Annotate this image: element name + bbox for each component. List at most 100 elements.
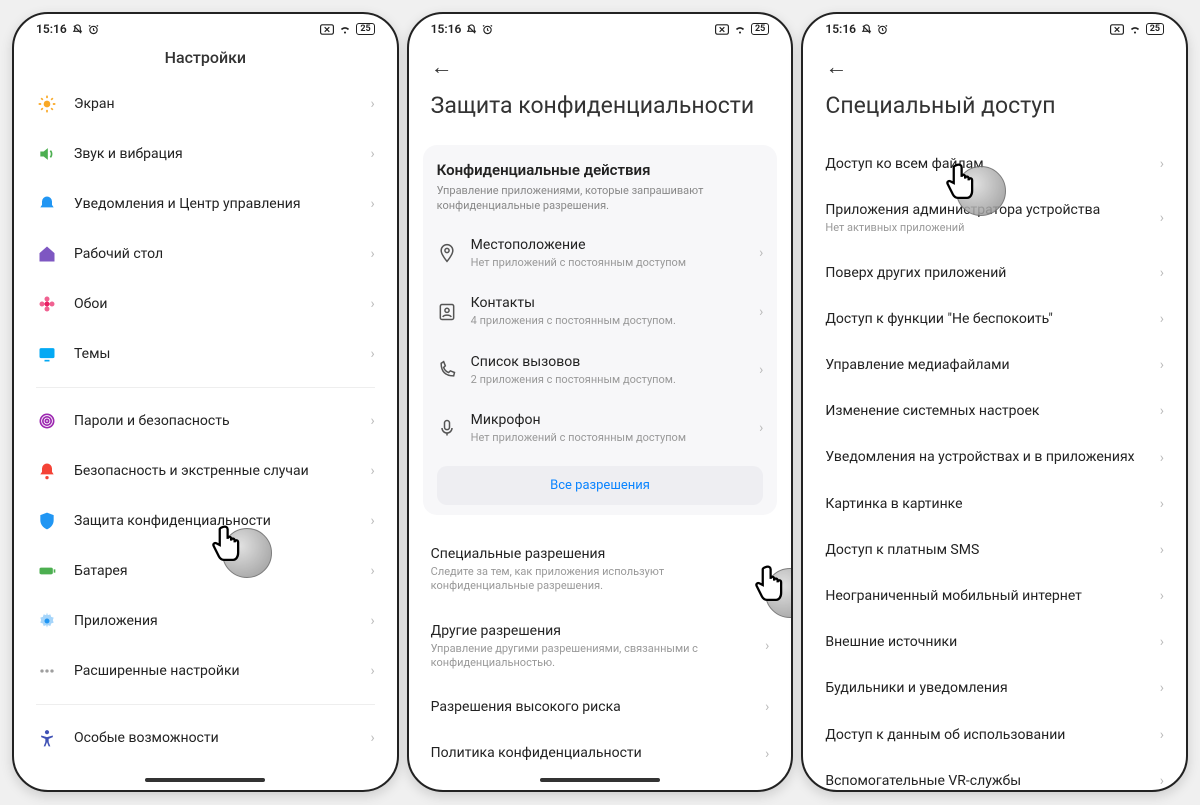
chevron-right-icon: › [759,304,763,320]
list-item-item[interactable]: Изменение системных настроек› [817,388,1172,434]
list-item-label: Приложения администратора устройства [825,201,1151,219]
status-time: 15:16 [825,22,856,36]
permission-label: Микрофон [471,411,751,429]
list-item-label: Звук и вибрация [74,145,362,163]
list-item-item[interactable]: Разрешения высокого риска› [423,684,778,730]
list-item-item[interactable]: Доступ к платным SMS› [817,527,1172,573]
list-item-label: Управление медиафайлами [825,356,1151,374]
home-indicator[interactable] [145,778,265,782]
chevron-right-icon: › [370,146,374,162]
list-item-label: Будильники и уведомления [825,679,1151,697]
permission-subtitle: Нет приложений с постоянным доступом [471,431,751,445]
list-item-label: Темы [74,345,362,363]
alert-icon [36,460,58,482]
chevron-right-icon: › [1160,680,1164,696]
list-item-label: Доступ ко всем файлам [825,155,1151,173]
all-permissions-button[interactable]: Все разрешения [437,466,764,505]
list-item-label: Картинка в картинке [825,495,1151,513]
chevron-right-icon: › [1160,496,1164,512]
list-item-label: Обои [74,295,362,313]
chevron-right-icon: › [370,513,374,529]
list-item-themes[interactable]: Темы› [28,329,383,379]
fingerprint-icon [36,410,58,432]
list-item-label: Доступ к данным об использовании [825,726,1151,744]
list-item-item[interactable]: Будильники и уведомления › [817,665,1172,711]
permission-row[interactable]: Микрофон Нет приложений с постоянным дост… [437,399,764,457]
list-item-item[interactable]: Поверх других приложений› [817,250,1172,296]
chevron-right-icon: › [370,96,374,112]
list-item-label: Пароли и безопасность [74,412,362,430]
chevron-right-icon: › [765,638,769,654]
list-item-label: Уведомления на устройствах и в приложени… [825,448,1151,466]
list-item-item[interactable]: Специальные разрешенияСледите за тем, ка… [423,531,778,608]
list-item-label: Расширенные настройки [74,662,362,680]
list-item-accessibility[interactable]: Особые возможности› [28,713,383,763]
list-item-item[interactable]: Другие разрешенияУправление другими разр… [423,608,778,685]
list-item-item[interactable]: Неограниченный мобильный интернет› [817,573,1172,619]
back-button[interactable]: ← [825,50,1164,88]
list-item-safety[interactable]: Безопасность и экстренные случаи› [28,446,383,496]
settings-list: Экран› Звук и вибрация › Уведомления и Цент… [14,79,397,772]
list-item-item[interactable]: Доступ к данным об использовании› [817,712,1172,758]
list-item-wallpaper[interactable]: Обои› [28,279,383,329]
chevron-right-icon: › [1160,773,1164,789]
list-item-label: Политика конфиденциальности [431,744,757,762]
list-item-item[interactable]: Управление медиафайлами › [817,342,1172,388]
bell-icon [36,193,58,215]
permission-subtitle: 2 приложения с постоянным доступом. [471,373,751,387]
chevron-right-icon: › [759,420,763,436]
status-bar: 15:16 25 [803,14,1186,40]
permission-row[interactable]: Список вызовов2 приложения с постоянным … [437,341,764,399]
permission-label: Контакты [471,294,751,312]
list-item-label: Защита конфиденциальности [74,512,362,530]
mic-icon [437,418,457,438]
chevron-right-icon: › [759,362,763,378]
list-item-subtitle: Следите за тем, как приложения использую… [431,565,757,594]
list-item-privacy[interactable]: Защита конфиденциальности › [28,496,383,546]
accessibility-icon [36,727,58,749]
permission-row[interactable]: Местоположение Нет приложений с постоянны… [437,224,764,282]
chevron-right-icon: › [370,246,374,262]
home-indicator[interactable] [540,778,660,782]
chevron-right-icon: › [765,746,769,762]
back-button[interactable]: ← [431,50,770,88]
permission-label: Местоположение [471,236,751,254]
list-item-item[interactable]: Внешние источники› [817,619,1172,665]
list-item-item[interactable]: Уведомления на устройствах и в приложени… [817,434,1172,480]
chevron-right-icon: › [1160,634,1164,650]
shield-icon [36,510,58,532]
list-item-apps[interactable]: Приложения› [28,596,383,646]
list-item-item[interactable]: Доступ ко всем файлам › [817,141,1172,187]
list-item-item[interactable]: Приложения администратора устройстваНет … [817,187,1172,249]
privacy-content: Конфиденциальные действия Управление при… [409,141,792,772]
page-title: Настройки [14,40,397,79]
list-item-notifications[interactable]: Уведомления и Центр управления› [28,179,383,229]
list-item-label: Уведомления и Центр управления [74,195,362,213]
list-item-sound[interactable]: Звук и вибрация › [28,129,383,179]
card-title: Конфиденциальные действия [437,161,764,179]
list-item-item[interactable]: Вспомогательные VR-службы› [817,758,1172,790]
status-time: 15:16 [431,22,462,36]
card-subtitle: Управление приложениями, которые запраши… [437,183,764,214]
wifi-icon [338,24,352,35]
list-item-screen[interactable]: Экран› [28,79,383,129]
permission-subtitle: Нет приложений с постоянным доступом [471,256,751,270]
chevron-right-icon: › [1160,588,1164,604]
list-item-item[interactable]: Политика конфиденциальности › [423,730,778,772]
chevron-right-icon: › [1160,156,1164,172]
list-item-label: Доступ к платным SMS [825,541,1151,559]
list-item-item[interactable]: Картинка в картинке › [817,481,1172,527]
list-item-home[interactable]: Рабочий стол› [28,229,383,279]
monitor-icon [36,343,58,365]
permission-row[interactable]: Контакты4 приложения с постоянным доступ… [437,282,764,340]
list-item-passwords[interactable]: Пароли и безопасность› [28,396,383,446]
chevron-right-icon: › [1160,357,1164,373]
list-item-advanced[interactable]: Расширенные настройки› [28,646,383,696]
bell-off-icon [861,24,872,35]
bell-off-icon [466,24,477,35]
list-item-item[interactable]: Доступ к функции "Не беспокоить"› [817,296,1172,342]
phone-special-access: 15:16 25 ← Специальный доступ Доступ ко … [801,12,1188,792]
list-item-battery[interactable]: Батарея› [28,546,383,596]
wifi-icon [733,24,747,35]
chevron-right-icon: › [370,730,374,746]
